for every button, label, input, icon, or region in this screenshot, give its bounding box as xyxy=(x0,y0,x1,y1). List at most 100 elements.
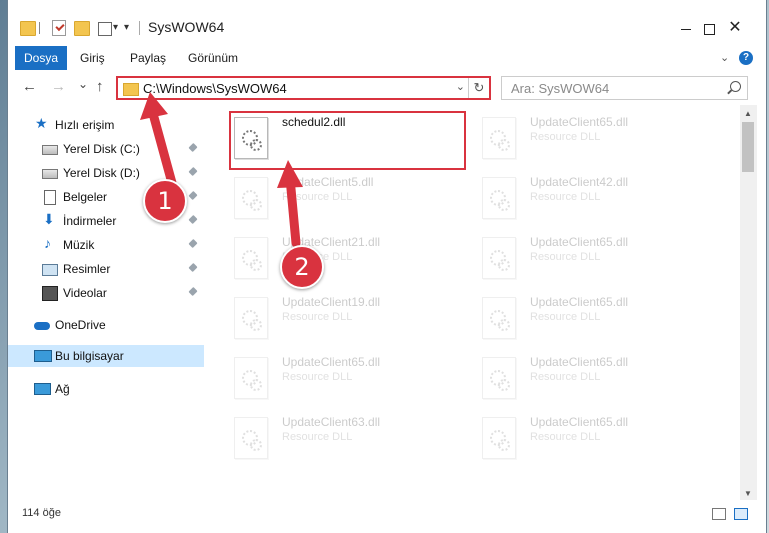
ribbon-tabs: Dosya Giriş Paylaş Görünüm ⌄ ? xyxy=(8,46,766,70)
properties-check-icon[interactable] xyxy=(52,20,66,36)
star-icon: ★ xyxy=(35,115,48,131)
sidebar-item-disk-c[interactable]: Yerel Disk (C:) xyxy=(8,138,204,160)
close-icon: ✕ xyxy=(728,19,742,36)
item-count: 114 öğe xyxy=(22,507,61,519)
file-item[interactable]: UpdateClient5.dll Resource DLL xyxy=(226,169,466,229)
file-name: UpdateClient65.dll xyxy=(530,115,629,129)
sidebar-item-this-pc[interactable]: Bu bilgisayar xyxy=(8,345,204,367)
close-button[interactable]: ✕ xyxy=(712,14,758,42)
help-icon[interactable]: ? xyxy=(739,51,753,65)
sidebar-item-network[interactable]: Ağ xyxy=(8,378,204,400)
file-item[interactable]: UpdateClient19.dll Resource DLL xyxy=(226,289,466,349)
sidebar-item-pictures[interactable]: Resimler xyxy=(8,258,204,280)
file-name: UpdateClient65.dll xyxy=(530,355,629,369)
search-icon[interactable] xyxy=(730,81,741,92)
file-item[interactable]: UpdateClient42.dll Resource DLL xyxy=(474,169,714,229)
file-type: Resource DLL xyxy=(282,191,353,203)
dll-file-icon xyxy=(234,357,268,399)
step-badge-2: 2 xyxy=(280,245,324,289)
gear-icon xyxy=(250,259,262,271)
status-bar: 114 öğe xyxy=(8,502,766,526)
tab-share[interactable]: Paylaş xyxy=(121,46,175,70)
gear-icon xyxy=(250,199,262,211)
address-bar[interactable]: C:\Windows\SysWOW64 ⌄ ↻ xyxy=(116,76,491,100)
sidebar-item-onedrive[interactable]: OneDrive xyxy=(8,314,204,336)
gear-icon xyxy=(498,439,510,451)
file-item[interactable]: UpdateClient63.dll Resource DLL xyxy=(226,409,466,469)
file-item[interactable]: UpdateClient65.dll Resource DLL xyxy=(474,409,714,469)
refresh-button[interactable]: ↻ xyxy=(468,78,489,98)
tab-home[interactable]: Giriş xyxy=(71,46,114,70)
new-folder-icon[interactable] xyxy=(74,21,90,36)
recent-locations-button[interactable]: ⌄ xyxy=(78,77,88,91)
file-type: Resource DLL xyxy=(282,371,353,383)
search-placeholder[interactable]: Ara: SysWOW64 xyxy=(511,81,609,96)
file-item[interactable]: UpdateClient65.dll Resource DLL xyxy=(226,349,466,409)
gear-icon xyxy=(498,199,510,211)
dll-file-icon xyxy=(234,417,268,459)
dll-file-icon xyxy=(482,417,516,459)
video-icon xyxy=(42,286,58,301)
customize-toolbar-icon[interactable]: ▾ xyxy=(124,22,129,33)
sidebar-item-label: Resimler xyxy=(63,262,111,276)
file-name: UpdateClient65.dll xyxy=(530,235,629,249)
file-item[interactable]: UpdateClient65.dll Resource DLL xyxy=(474,349,714,409)
sidebar-item-quick-access[interactable]: ★ Hızlı erişim xyxy=(8,114,204,136)
dll-file-icon xyxy=(234,177,268,219)
large-icons-view-icon[interactable] xyxy=(734,508,748,520)
dll-file-icon xyxy=(482,117,516,159)
file-name: UpdateClient65.dll xyxy=(530,295,629,309)
gear-icon xyxy=(498,139,510,151)
disk-icon xyxy=(42,169,58,179)
view-options-icon[interactable] xyxy=(98,22,112,36)
file-name: UpdateClient19.dll xyxy=(282,295,381,309)
file-item[interactable]: UpdateClient65.dll Resource DLL xyxy=(474,289,714,349)
dll-file-icon xyxy=(482,357,516,399)
dll-file-icon xyxy=(234,297,268,339)
sidebar-item-videos[interactable]: Videolar xyxy=(8,282,204,304)
up-button[interactable]: ↑ xyxy=(96,78,104,95)
file-item[interactable]: UpdateClient65.dll Resource DLL xyxy=(474,109,714,169)
document-icon xyxy=(44,190,56,205)
file-name: UpdateClient5.dll xyxy=(282,175,374,189)
sidebar-item-label: Hızlı erişim xyxy=(55,118,115,132)
step-badge-1: 1 xyxy=(143,179,187,223)
chevron-down-icon[interactable]: ⌄ xyxy=(456,80,465,93)
gear-icon xyxy=(250,439,262,451)
file-type: Resource DLL xyxy=(530,311,601,323)
cloud-icon xyxy=(34,322,50,330)
file-name: UpdateClient65.dll xyxy=(282,355,381,369)
scroll-up-icon[interactable]: ▲ xyxy=(744,109,752,118)
title-separator xyxy=(139,21,140,35)
pin-icon xyxy=(188,286,198,297)
quick-access-separator xyxy=(39,22,40,34)
pin-icon xyxy=(188,262,198,273)
file-type: Resource DLL xyxy=(530,251,601,263)
folder-icon xyxy=(20,21,36,36)
file-item[interactable]: UpdateClient21.dll Resource DLL xyxy=(226,229,466,289)
pin-icon xyxy=(188,142,198,153)
highlight-box-file xyxy=(229,111,466,170)
network-icon xyxy=(34,383,51,395)
scrollbar-thumb[interactable] xyxy=(742,122,754,172)
tab-view[interactable]: Görünüm xyxy=(179,46,247,70)
scroll-down-icon[interactable]: ▼ xyxy=(744,489,752,498)
address-path[interactable]: C:\Windows\SysWOW64 xyxy=(143,81,287,96)
back-button[interactable]: ← xyxy=(22,78,37,95)
sidebar-item-label: Bu bilgisayar xyxy=(55,349,124,363)
gear-icon xyxy=(498,319,510,331)
tab-file[interactable]: Dosya xyxy=(15,46,68,70)
file-type: Resource DLL xyxy=(530,431,601,443)
file-item[interactable]: UpdateClient65.dll Resource DLL xyxy=(474,229,714,289)
details-view-icon[interactable] xyxy=(712,508,726,520)
forward-button[interactable]: → xyxy=(51,78,66,95)
dll-file-icon xyxy=(234,237,268,279)
search-box[interactable]: Ara: SysWOW64 xyxy=(501,76,748,100)
chevron-down-icon[interactable]: ▾ xyxy=(113,22,118,33)
vertical-scrollbar[interactable]: ▲ ▼ xyxy=(740,105,757,500)
sidebar-item-label: Müzik xyxy=(63,238,95,252)
ribbon-expand-icon[interactable]: ⌄ xyxy=(720,51,729,64)
file-type: Resource DLL xyxy=(530,131,601,143)
folder-icon xyxy=(123,83,139,96)
sidebar-item-music[interactable]: ♪ Müzik xyxy=(8,234,204,256)
